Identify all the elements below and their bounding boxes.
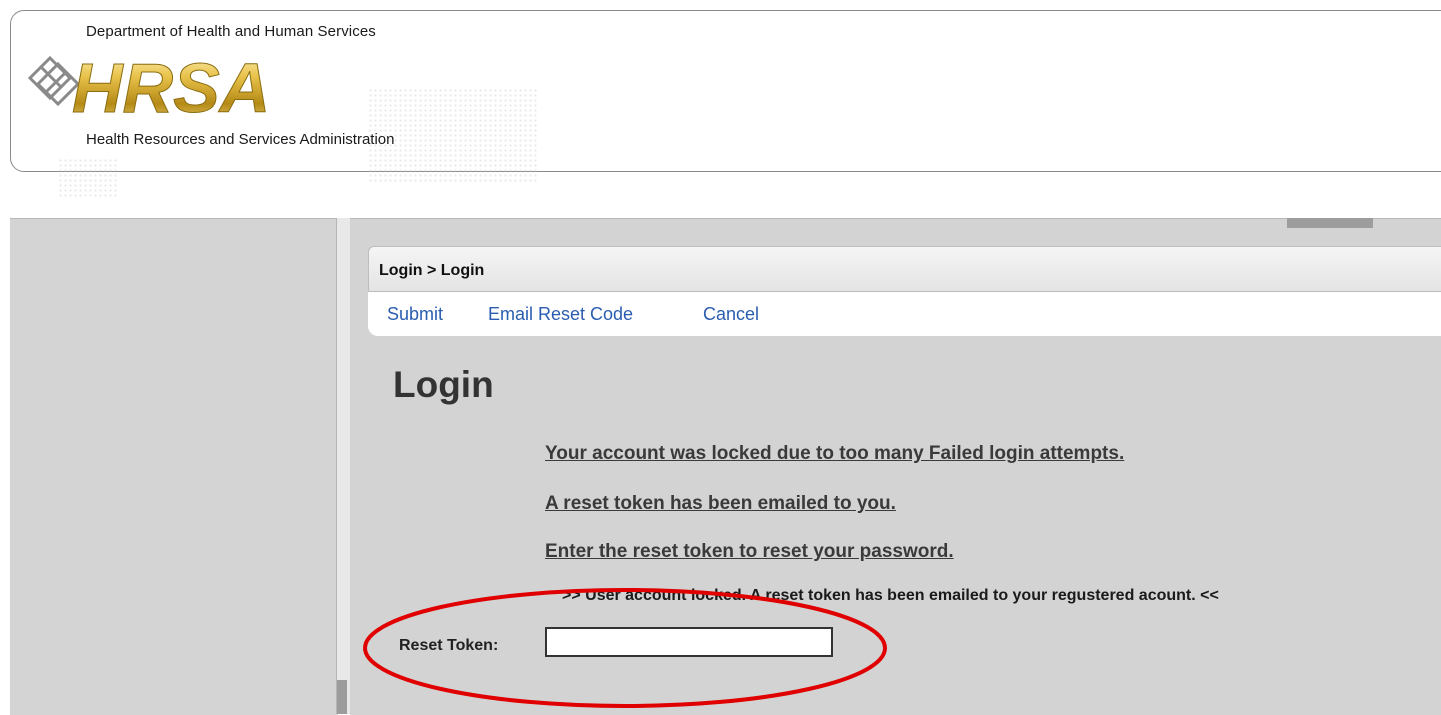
token-emailed-message: A reset token has been emailed to you.	[545, 493, 896, 514]
reset-token-label: Reset Token:	[399, 637, 499, 654]
submit-link[interactable]: Submit	[387, 304, 443, 325]
enter-token-message: Enter the reset token to reset your pass…	[545, 541, 954, 562]
left-panel-scrollbar-thumb[interactable]	[337, 680, 347, 714]
status-message: >> User account locked. A reset token ha…	[562, 587, 1219, 604]
hrsa-logo-text: HRSA	[72, 49, 270, 127]
page-title: Login	[393, 364, 494, 405]
account-locked-message: Your account was locked due to too many …	[545, 443, 1125, 464]
hrsa-emblem-icon	[27, 55, 81, 107]
hhs-department-text: Department of Health and Human Services	[86, 23, 376, 40]
cancel-link[interactable]: Cancel	[703, 304, 759, 325]
reset-token-input[interactable]	[545, 627, 833, 657]
breadcrumb-bar: Login > Login	[368, 246, 1441, 292]
email-reset-code-link[interactable]: Email Reset Code	[488, 304, 633, 325]
left-panel-divider	[336, 218, 351, 714]
horizontal-scrollbar-thumb[interactable]	[1287, 218, 1373, 228]
hrsa-agency-text: Health Resources and Services Administra…	[86, 131, 395, 148]
hrsa-logo: HRSA	[27, 48, 538, 198]
logo-dot-pattern-left	[58, 158, 118, 198]
left-navigation-panel	[10, 218, 338, 715]
breadcrumb: Login > Login	[379, 262, 485, 279]
hrsa-logo-mark: HRSA	[27, 49, 271, 128]
action-toolbar: Submit Email Reset Code Cancel	[368, 292, 1441, 336]
